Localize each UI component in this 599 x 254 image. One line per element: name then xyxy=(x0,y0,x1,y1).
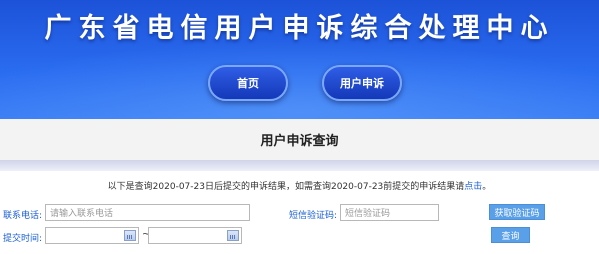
nav-complaint-button[interactable]: 用户申诉 xyxy=(322,65,402,101)
phone-label: 联系电话: xyxy=(3,211,43,221)
header-banner: 广东省电信用户申诉综合处理中心 首页 用户申诉 xyxy=(0,0,599,119)
phone-input[interactable]: 请输入联系电话 xyxy=(45,204,250,221)
notice-end: 。 xyxy=(482,182,492,192)
page-title: 用户申诉查询 xyxy=(0,119,599,160)
notice-text: 以下是查询2020-07-23日后提交的申诉结果，如需查询2020-07-23前… xyxy=(107,182,465,192)
section-divider xyxy=(0,160,599,171)
start-date-input[interactable] xyxy=(45,227,139,244)
sms-code-label: 短信验证码: xyxy=(289,211,338,221)
query-button[interactable]: 查询 xyxy=(491,227,530,243)
end-date-input[interactable] xyxy=(148,227,242,244)
calendar-icon[interactable] xyxy=(227,230,239,241)
site-title: 广东省电信用户申诉综合处理中心 xyxy=(44,13,555,44)
get-code-button[interactable]: 获取验证码 xyxy=(489,204,545,220)
query-notice: 以下是查询2020-07-23日后提交的申诉结果，如需查询2020-07-23前… xyxy=(0,179,599,192)
calendar-icon[interactable] xyxy=(124,230,136,241)
banner-glow xyxy=(0,40,599,119)
notice-click-link[interactable]: 点击 xyxy=(464,182,482,192)
nav-home-button[interactable]: 首页 xyxy=(208,65,288,101)
submit-time-label: 提交时间: xyxy=(3,234,43,244)
sms-code-input[interactable]: 短信验证码 xyxy=(340,204,439,221)
